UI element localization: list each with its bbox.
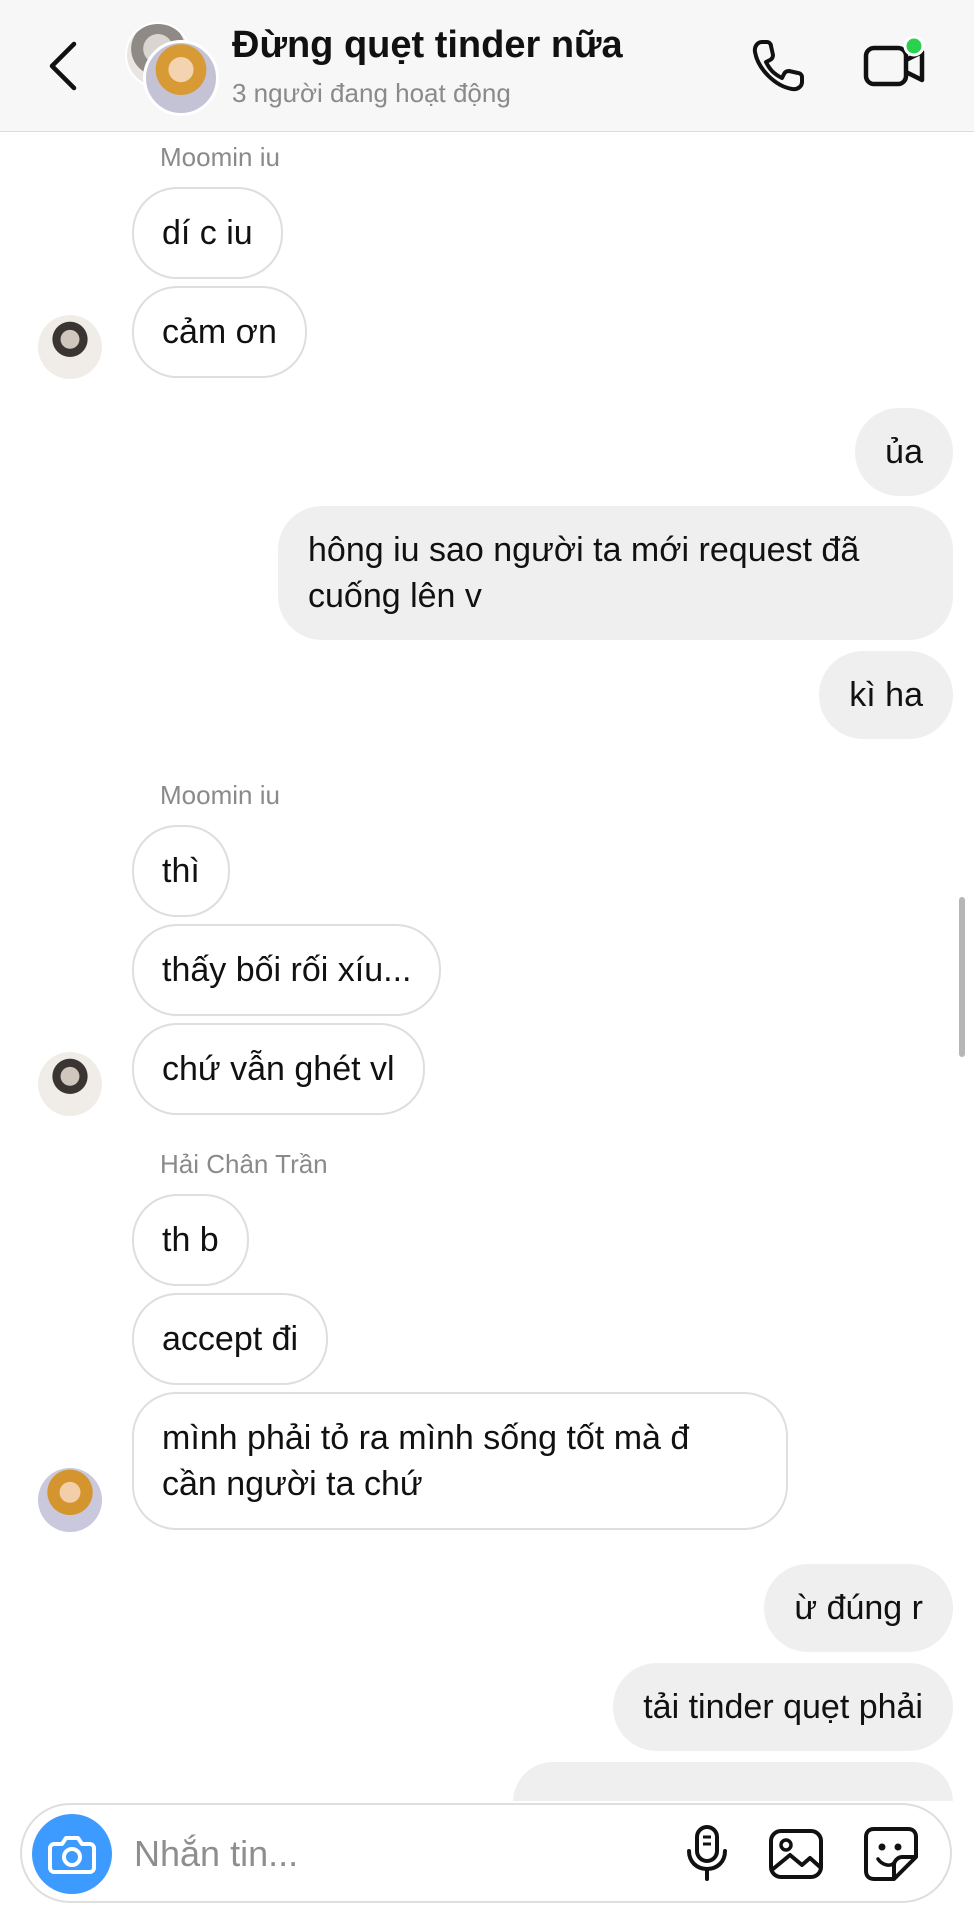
sender-name: Moomin iu xyxy=(160,780,280,810)
call-button[interactable] xyxy=(748,36,808,96)
message-bubble-outgoing[interactable]: kì ha xyxy=(819,651,953,739)
active-status: 3 người đang hoạt động xyxy=(232,78,511,108)
microphone-icon xyxy=(687,1825,727,1881)
voice-message-button[interactable] xyxy=(682,1823,732,1883)
message-bubble-outgoing[interactable]: ủa xyxy=(855,408,953,496)
scrollbar[interactable] xyxy=(959,897,965,1057)
gallery-button[interactable] xyxy=(766,1825,826,1883)
message-composer xyxy=(20,1803,952,1903)
camera-button[interactable] xyxy=(32,1814,112,1894)
message-bubble-incoming[interactable]: thấy bối rối xíu... xyxy=(132,924,442,1016)
sticker-icon xyxy=(864,1827,918,1881)
sender-name: Moomin iu xyxy=(160,142,280,172)
sender-name: Hải Chân Trần xyxy=(160,1149,328,1179)
image-icon xyxy=(769,1829,823,1879)
camera-icon xyxy=(48,1836,96,1874)
chevron-left-icon xyxy=(49,41,77,91)
group-avatar[interactable] xyxy=(125,22,219,116)
message-bubble-incoming[interactable]: th b xyxy=(132,1194,249,1286)
message-bubble-outgoing[interactable]: tải tinder quẹt phải xyxy=(613,1663,953,1751)
sender-avatar[interactable] xyxy=(38,1052,102,1116)
message-bubble-incoming[interactable]: dí c iu xyxy=(132,187,283,279)
message-bubble-incoming[interactable]: chứ vẫn ghét vl xyxy=(132,1023,425,1115)
sender-avatar[interactable] xyxy=(38,315,102,379)
video-call-button[interactable] xyxy=(862,34,928,96)
back-button[interactable] xyxy=(40,30,90,100)
sticker-button[interactable] xyxy=(860,1823,922,1885)
message-bubble-outgoing[interactable]: ừ đúng r xyxy=(764,1564,953,1652)
message-bubble-incoming[interactable]: thì xyxy=(132,825,230,917)
chat-header: Đừng quẹt tinder nữa 3 người đang hoạt đ… xyxy=(0,0,974,132)
message-bubble-incoming[interactable]: accept đi xyxy=(132,1293,329,1385)
message-bubble-incoming[interactable]: cảm ơn xyxy=(132,286,307,378)
message-bubble-incoming[interactable]: mình phải tỏ ra mình sống tốt mà đ cần n… xyxy=(132,1392,788,1530)
video-camera-icon xyxy=(863,35,925,87)
phone-icon xyxy=(752,40,804,92)
message-bubble-outgoing[interactable]: hông iu sao người ta mới request đã cuốn… xyxy=(278,506,953,640)
sender-avatar[interactable] xyxy=(38,1468,102,1532)
chat-title[interactable]: Đừng quẹt tinder nữa xyxy=(232,24,623,67)
member-avatar xyxy=(143,40,219,116)
message-input[interactable] xyxy=(132,1825,536,1883)
message-list[interactable]: Moomin iu dí c iu cảm ơn ủa hông iu sao … xyxy=(0,131,974,1842)
